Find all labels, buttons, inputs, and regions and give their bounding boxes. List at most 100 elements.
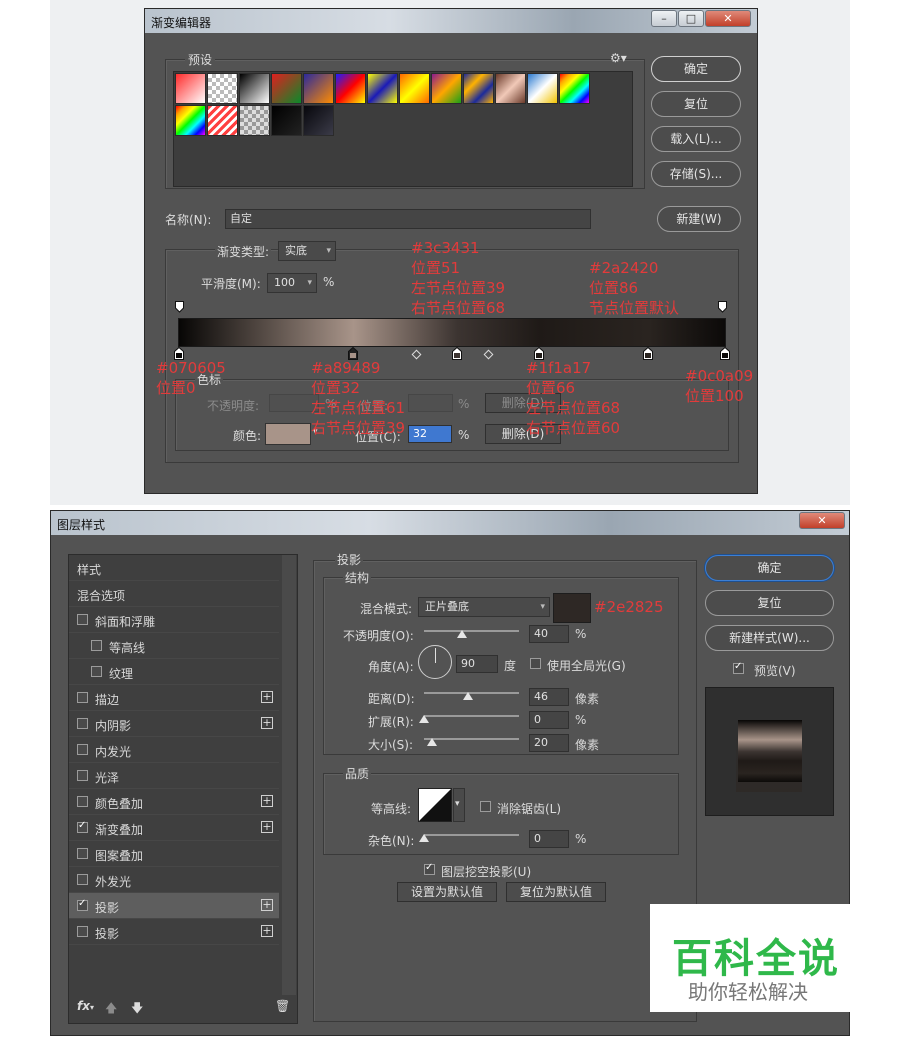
opacity-stop-left[interactable] xyxy=(175,301,184,313)
style-list-item[interactable]: 纹理 xyxy=(69,659,279,685)
move-down-icon[interactable]: 🡇 xyxy=(131,999,143,1020)
spread-input[interactable]: 0 xyxy=(529,711,569,729)
opacity-slider[interactable] xyxy=(424,630,519,632)
style-list-item[interactable]: 渐变叠加 + xyxy=(69,815,279,841)
close-button[interactable]: ✕ xyxy=(799,512,845,529)
style-checkbox[interactable] xyxy=(77,848,88,859)
style-checkbox[interactable] xyxy=(77,926,88,937)
shadow-color-swatch[interactable] xyxy=(553,593,591,623)
smoothness-select[interactable]: 100 ▾ xyxy=(267,273,317,293)
style-checkbox[interactable] xyxy=(77,820,88,833)
style-checkbox[interactable] xyxy=(91,640,102,651)
style-list-item[interactable]: 投影 + xyxy=(69,893,279,919)
style-list-item[interactable]: 外发光 xyxy=(69,867,279,893)
preset-swatch[interactable] xyxy=(303,73,334,104)
style-list-item[interactable]: 样式 xyxy=(69,555,279,581)
style-checkbox[interactable] xyxy=(77,692,88,703)
style-list-item[interactable]: 等高线 xyxy=(69,633,279,659)
style-list-item[interactable]: 内阴影 + xyxy=(69,711,279,737)
style-list-item[interactable]: 斜面和浮雕 xyxy=(69,607,279,633)
blend-mode-select[interactable]: 正片叠底 ▾ xyxy=(418,597,550,617)
color-stop-100[interactable] xyxy=(719,346,730,360)
close-button[interactable]: ✕ xyxy=(705,10,751,27)
minimize-button[interactable]: – xyxy=(651,10,677,27)
spread-slider-knob[interactable] xyxy=(419,715,429,723)
color-stop-66[interactable] xyxy=(533,346,544,360)
opacity-stop-right[interactable] xyxy=(718,301,727,313)
reset-default-button[interactable]: 复位为默认值 xyxy=(506,882,606,902)
name-input[interactable]: 自定 xyxy=(225,209,591,229)
ok-button[interactable]: 确定 xyxy=(651,56,741,82)
style-checkbox[interactable] xyxy=(77,874,88,885)
size-slider-knob[interactable] xyxy=(426,738,437,746)
color-swatch[interactable] xyxy=(265,423,311,445)
style-checkbox[interactable] xyxy=(77,614,88,625)
preset-swatch[interactable] xyxy=(559,73,590,104)
new-button[interactable]: 新建(W) xyxy=(657,206,741,232)
preset-swatch[interactable] xyxy=(175,105,206,136)
preset-swatch[interactable] xyxy=(495,73,526,104)
angle-input[interactable]: 90 xyxy=(456,655,498,673)
spread-slider[interactable] xyxy=(424,715,519,717)
global-light-checkbox[interactable] xyxy=(530,658,541,669)
style-checkbox[interactable] xyxy=(77,744,88,755)
preset-swatch[interactable] xyxy=(239,105,270,136)
fx-icon[interactable]: fx▾ xyxy=(77,999,94,1013)
add-effect-icon[interactable]: + xyxy=(261,899,273,911)
preset-swatch[interactable] xyxy=(239,73,270,104)
add-effect-icon[interactable]: + xyxy=(261,691,273,703)
list-scrollbar[interactable] xyxy=(282,555,296,995)
antialias-checkbox[interactable] xyxy=(480,801,491,812)
gear-icon[interactable]: ⚙▾ xyxy=(610,51,627,65)
new-style-button[interactable]: 新建样式(W)... xyxy=(705,625,834,651)
style-list-item[interactable]: 投影 + xyxy=(69,919,279,945)
opacity-input[interactable]: 40 xyxy=(529,625,569,643)
color-stop-51[interactable] xyxy=(451,346,462,360)
gradient-preview-bar[interactable] xyxy=(178,318,726,347)
opacity-slider-knob[interactable] xyxy=(457,630,467,638)
color-stop-86[interactable] xyxy=(643,346,654,360)
gradient-editor-titlebar[interactable]: 渐变编辑器 – □ ✕ xyxy=(145,9,757,33)
style-checkbox[interactable] xyxy=(77,718,88,729)
preset-swatch[interactable] xyxy=(175,73,206,104)
preset-swatch[interactable] xyxy=(367,73,398,104)
style-list-item[interactable]: 颜色叠加 + xyxy=(69,789,279,815)
preset-swatch[interactable] xyxy=(463,73,494,104)
noise-input[interactable]: 0 xyxy=(529,830,569,848)
preset-swatch[interactable] xyxy=(207,73,238,104)
reset-button[interactable]: 复位 xyxy=(705,590,834,616)
color-stop-32[interactable] xyxy=(348,346,359,360)
distance-slider-knob[interactable] xyxy=(462,692,473,700)
set-default-button[interactable]: 设置为默认值 xyxy=(397,882,497,902)
style-checkbox[interactable] xyxy=(77,796,88,807)
style-list-item[interactable]: 内发光 xyxy=(69,737,279,763)
midpoint-diamond[interactable] xyxy=(483,349,494,360)
style-list-item[interactable]: 描边 + xyxy=(69,685,279,711)
add-effect-icon[interactable]: + xyxy=(261,717,273,729)
load-button[interactable]: 载入(L)... xyxy=(651,126,741,152)
move-up-icon[interactable]: 🡅 xyxy=(105,999,117,1020)
trash-icon[interactable]: 🗑 xyxy=(275,999,290,1013)
add-effect-icon[interactable]: + xyxy=(261,925,273,937)
save-button[interactable]: 存储(S)... xyxy=(651,161,741,187)
style-list-item[interactable]: 图案叠加 xyxy=(69,841,279,867)
reset-button[interactable]: 复位 xyxy=(651,91,741,117)
size-slider[interactable] xyxy=(424,738,519,740)
add-effect-icon[interactable]: + xyxy=(261,821,273,833)
layer-style-titlebar[interactable]: 图层样式 ✕ xyxy=(51,511,849,535)
midpoint-diamond[interactable] xyxy=(411,349,422,360)
add-effect-icon[interactable]: + xyxy=(261,795,273,807)
preset-swatch[interactable] xyxy=(335,73,366,104)
preset-swatch[interactable] xyxy=(271,105,302,136)
style-checkbox[interactable] xyxy=(91,666,102,677)
size-input[interactable]: 20 xyxy=(529,734,569,752)
maximize-button[interactable]: □ xyxy=(678,10,704,27)
style-checkbox[interactable] xyxy=(77,770,88,781)
style-list-item[interactable]: 混合选项 xyxy=(69,581,279,607)
preset-swatch[interactable] xyxy=(271,73,302,104)
ok-button[interactable]: 确定 xyxy=(705,555,834,581)
preset-swatch[interactable] xyxy=(399,73,430,104)
contour-dropdown[interactable]: ▾ xyxy=(453,788,465,822)
color-stop-0[interactable] xyxy=(173,346,184,360)
preview-checkbox[interactable] xyxy=(733,661,744,674)
